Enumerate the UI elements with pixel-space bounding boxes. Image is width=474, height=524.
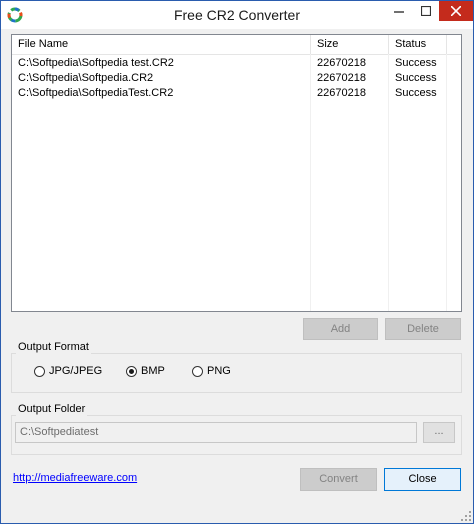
column-header-status[interactable]: Status <box>389 35 447 54</box>
file-list[interactable]: File Name Size Status C:\Softpedia\Softp… <box>11 34 462 312</box>
radio-circle-selected <box>126 365 137 377</box>
radio-bmp[interactable]: BMP <box>126 363 165 379</box>
output-folder-field[interactable]: C:\Softpediatest <box>15 422 417 443</box>
size-cell: 22670218 <box>317 72 366 84</box>
minimize-icon <box>394 11 404 13</box>
delete-button[interactable]: Delete <box>385 318 461 340</box>
website-link[interactable]: http://mediafreeware.com <box>13 471 137 485</box>
file-name-cell: C:\Softpedia\Softpedia test.CR2 <box>18 57 174 69</box>
radio-png[interactable]: PNG <box>192 363 231 379</box>
size-cell: 22670218 <box>317 57 366 69</box>
output-folder-label: Output Folder <box>16 403 88 416</box>
minimize-button[interactable] <box>385 1 413 21</box>
radio-jpg[interactable]: JPG/JPEG <box>34 363 102 379</box>
table-row[interactable]: C:\Softpedia\Softpedia.CR2 22670218 Succ… <box>12 71 461 86</box>
table-row[interactable]: C:\Softpedia\Softpedia test.CR2 22670218… <box>12 56 461 71</box>
file-name-cell: C:\Softpedia\Softpedia.CR2 <box>18 72 154 84</box>
convert-button[interactable]: Convert <box>300 468 377 491</box>
file-name-cell: C:\Softpedia\SoftpediaTest.CR2 <box>18 87 174 99</box>
status-cell: Success <box>395 72 437 84</box>
browse-button[interactable]: ... <box>423 422 455 443</box>
radio-jpg-label: JPG/JPEG <box>49 365 103 377</box>
column-header-file-name[interactable]: File Name <box>12 35 311 54</box>
radio-png-label: PNG <box>207 365 231 377</box>
client-area: File Name Size Status C:\Softpedia\Softp… <box>1 29 473 523</box>
output-format-label: Output Format <box>16 341 91 354</box>
size-cell: 22670218 <box>317 87 366 99</box>
add-button[interactable]: Add <box>303 318 378 340</box>
radio-bmp-label: BMP <box>141 365 165 377</box>
radio-circle <box>192 365 203 377</box>
status-cell: Success <box>395 57 437 69</box>
radio-circle <box>34 365 45 377</box>
table-row[interactable]: C:\Softpedia\SoftpediaTest.CR2 22670218 … <box>12 86 461 101</box>
app-window: Free CR2 Converter File Name Size Status <box>0 0 474 524</box>
status-cell: Success <box>395 87 437 99</box>
close-button[interactable]: Close <box>384 468 461 491</box>
close-window-button[interactable] <box>439 1 473 21</box>
maximize-icon <box>421 6 431 16</box>
resize-grip-icon[interactable] <box>461 511 471 521</box>
title-bar[interactable]: Free CR2 Converter <box>1 1 473 29</box>
close-icon <box>451 6 461 16</box>
list-header: File Name Size Status <box>12 35 461 55</box>
maximize-button[interactable] <box>413 1 439 21</box>
column-header-size[interactable]: Size <box>311 35 389 54</box>
radio-selected-dot <box>129 368 134 374</box>
